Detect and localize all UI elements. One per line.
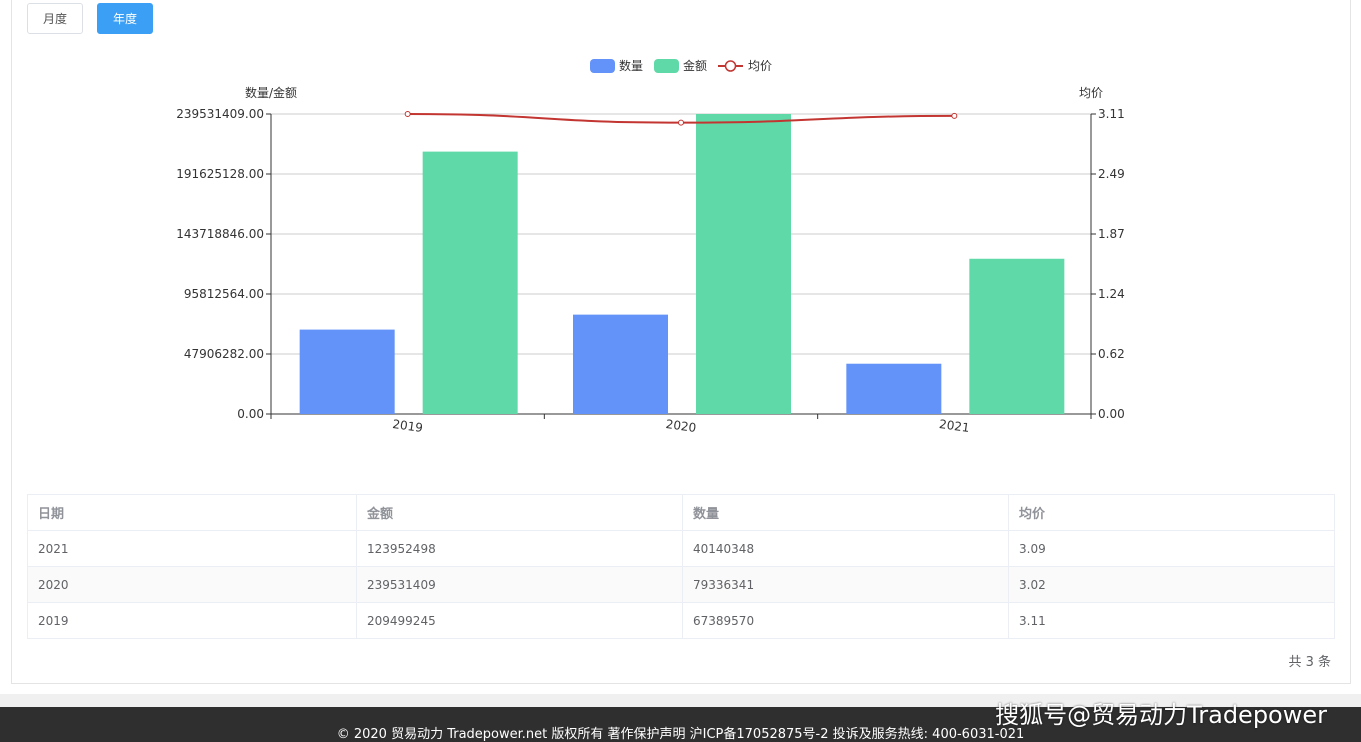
y-tick-label-left: 0.00 bbox=[237, 407, 264, 421]
x-tick-label: 2021 bbox=[938, 417, 970, 435]
bar-amount bbox=[696, 114, 791, 414]
bar-amount bbox=[969, 258, 1065, 414]
cell-amount: 123952498 bbox=[356, 530, 683, 567]
bar-quantity bbox=[299, 329, 395, 414]
cell-date: 2020 bbox=[27, 566, 357, 603]
cell-quantity: 40140348 bbox=[682, 530, 1009, 567]
watermark: 搜狐号@贸易动力Tradepower bbox=[995, 701, 1327, 729]
header-amount[interactable]: 金额 bbox=[356, 494, 683, 531]
table-row: 2021 123952498 40140348 3.09 bbox=[27, 530, 1335, 567]
table-row: 2020 239531409 79336341 3.02 bbox=[27, 566, 1335, 603]
y-tick-label-right: 3.11 bbox=[1098, 107, 1125, 121]
y-tick-label-right: 0.00 bbox=[1098, 407, 1125, 421]
cell-avg-price: 3.02 bbox=[1008, 566, 1335, 603]
header-date[interactable]: 日期 bbox=[27, 494, 357, 531]
legend-label-avg-price: 均价 bbox=[748, 59, 772, 73]
bar-quantity bbox=[846, 363, 942, 414]
cell-amount: 239531409 bbox=[356, 566, 683, 603]
point-avg-price bbox=[951, 112, 958, 119]
x-tick-label: 2019 bbox=[392, 417, 424, 435]
bar-quantity bbox=[573, 314, 668, 414]
cell-date: 2021 bbox=[27, 530, 357, 567]
y-tick-label-left: 47906282.00 bbox=[184, 347, 264, 361]
point-avg-price bbox=[678, 119, 684, 126]
y-axis-title-left: 数量/金额 bbox=[245, 85, 297, 100]
data-table: 日期 金额 数量 均价 2021 123952498 40140348 3.09… bbox=[27, 494, 1335, 639]
cell-avg-price: 3.09 bbox=[1008, 530, 1335, 567]
legend-marker-avg-price bbox=[724, 60, 737, 72]
table-row: 2019 209499245 67389570 3.11 bbox=[27, 602, 1335, 639]
legend-swatch-amount bbox=[654, 59, 679, 73]
legend-swatch-quantity bbox=[590, 59, 615, 73]
header-avg-price[interactable]: 均价 bbox=[1008, 494, 1335, 531]
cell-amount: 209499245 bbox=[356, 602, 683, 639]
table-header-row: 日期 金额 数量 均价 bbox=[27, 494, 1335, 531]
y-tick-label-left: 191625128.00 bbox=[176, 167, 264, 181]
y-tick-label-left: 95812564.00 bbox=[184, 287, 264, 301]
cell-quantity: 67389570 bbox=[682, 602, 1009, 639]
y-axis-title-right: 均价 bbox=[1079, 86, 1103, 100]
y-tick-label-left: 143718846.00 bbox=[176, 227, 264, 241]
y-tick-label-right: 2.49 bbox=[1098, 167, 1125, 181]
y-tick-label-left: 239531409.00 bbox=[176, 107, 264, 121]
cell-avg-price: 3.11 bbox=[1008, 602, 1335, 639]
combo-chart: 0.00 0.00 47906282.00 0.62 95812564.00 1.24 14… bbox=[176, 58, 1125, 435]
y-tick-label-right: 1.87 bbox=[1098, 227, 1125, 241]
bar-amount bbox=[422, 151, 518, 414]
pagination-total: 共 3 条 bbox=[1288, 655, 1331, 670]
x-tick-label: 2020 bbox=[665, 417, 697, 435]
cell-date: 2019 bbox=[27, 602, 357, 639]
legend-label-amount: 金额 bbox=[683, 58, 707, 73]
legend-label-quantity: 数量 bbox=[619, 58, 643, 73]
y-tick-label-right: 1.24 bbox=[1098, 287, 1125, 301]
header-quantity[interactable]: 数量 bbox=[682, 494, 1009, 531]
point-avg-price bbox=[404, 111, 411, 117]
y-tick-label-right: 0.62 bbox=[1098, 347, 1125, 361]
cell-quantity: 79336341 bbox=[682, 566, 1009, 603]
